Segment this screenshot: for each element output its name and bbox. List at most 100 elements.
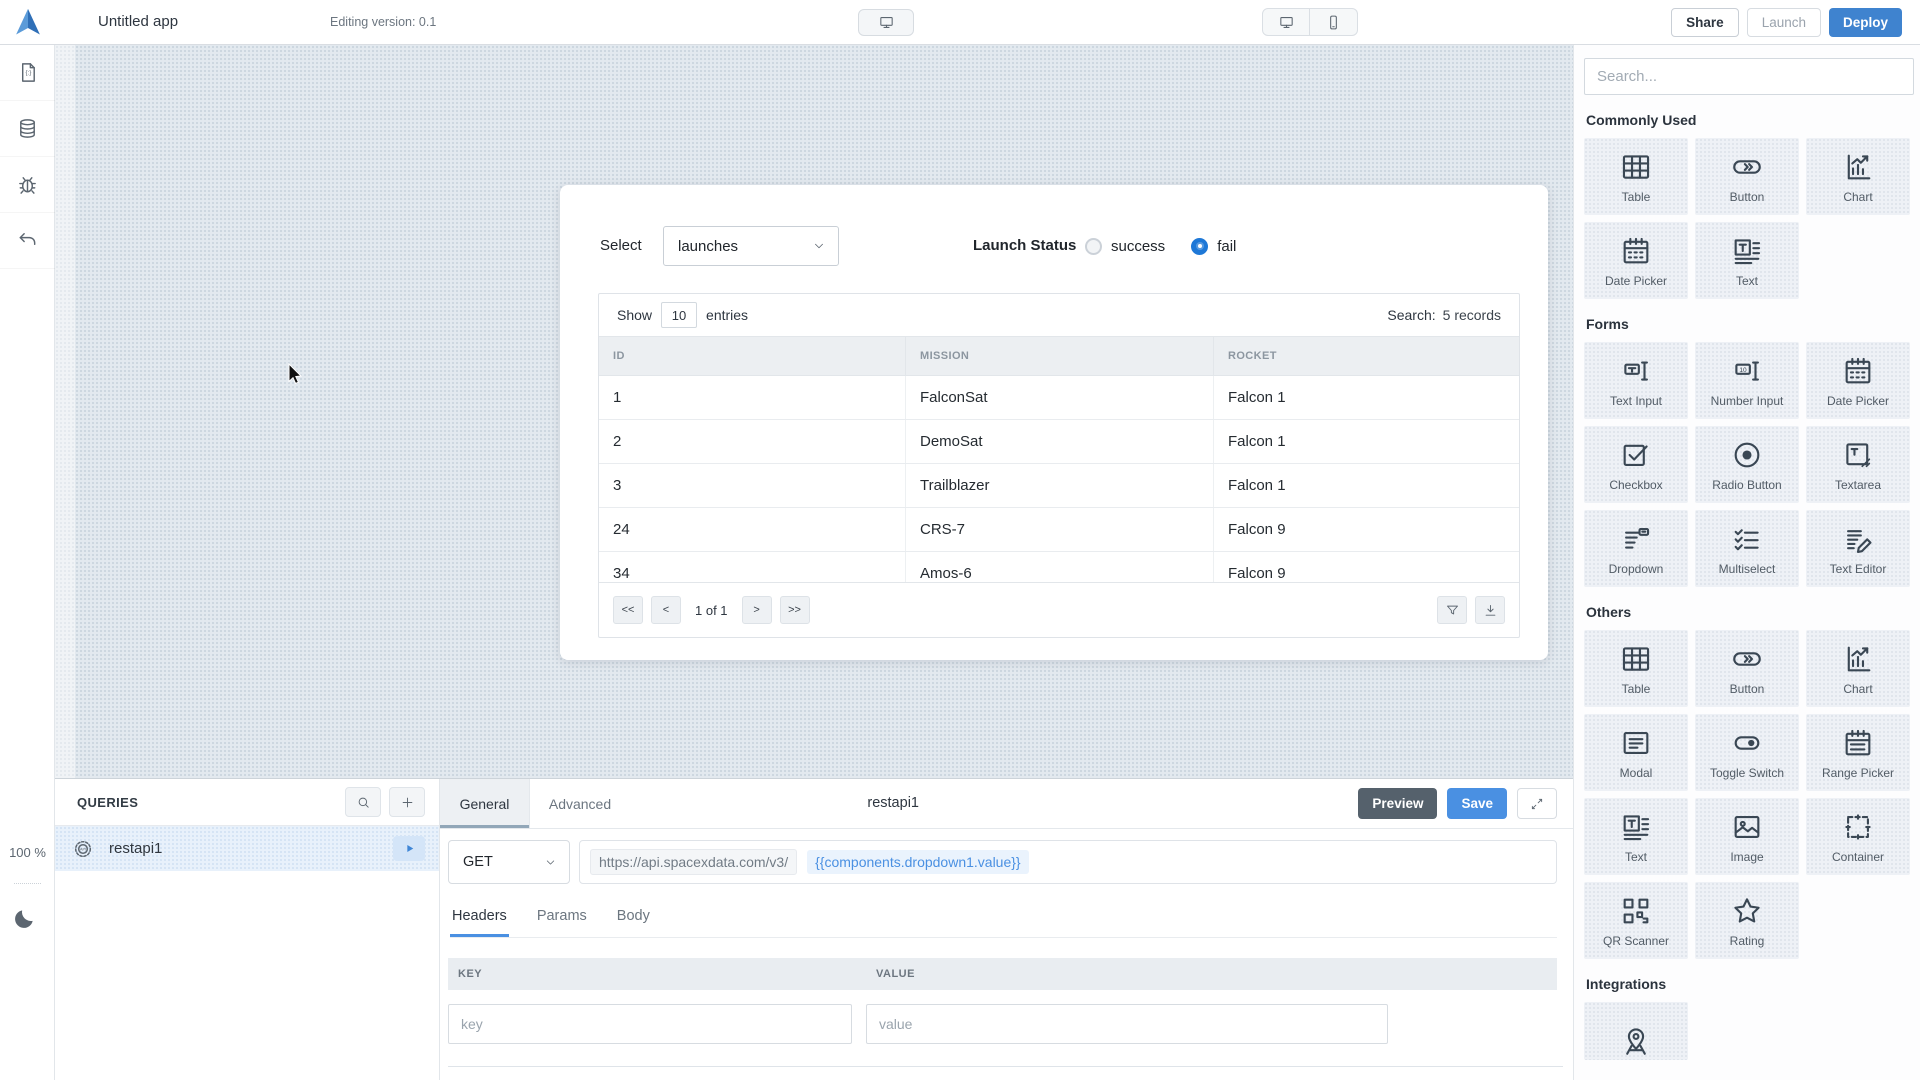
widget-search-input[interactable] (1584, 58, 1914, 95)
pagination-first-button[interactable]: << (613, 596, 643, 624)
zoom-level[interactable]: 100 % (0, 845, 55, 860)
radiobutton-icon (1730, 438, 1764, 472)
widget-card-chart[interactable]: Chart (1806, 138, 1910, 215)
dropdown-widget[interactable]: launches (663, 226, 839, 266)
widget-card-label: Text (1736, 274, 1758, 288)
column-header-id[interactable]: ID (599, 337, 906, 375)
widget-grid: Text Input10Number InputDate Picker Check… (1584, 342, 1920, 587)
rail-undo-button[interactable] (0, 213, 55, 269)
widget-card-label: Modal (1620, 766, 1653, 780)
mobile-view-button[interactable] (1310, 8, 1358, 36)
launch-button[interactable]: Launch (1747, 8, 1821, 37)
app-canvas[interactable]: Select launches Launch Status successfai… (55, 45, 1573, 778)
pagination-next-button[interactable]: > (742, 596, 772, 624)
widget-card-text[interactable]: Text (1584, 798, 1688, 875)
query-name: restapi1 (109, 840, 162, 857)
dark-mode-toggle[interactable] (11, 903, 43, 935)
left-rail: {:} 100 % (0, 45, 55, 1080)
widget-card-qr-scanner[interactable]: QR Scanner (1584, 882, 1688, 959)
column-header-mission[interactable]: MISSION (906, 337, 1214, 375)
topbar-actions: Share Launch Deploy (1671, 8, 1902, 37)
query-search-button[interactable] (345, 787, 381, 817)
rail-datasources-button[interactable] (0, 101, 55, 157)
widget-card-date-picker[interactable]: Date Picker (1584, 222, 1688, 299)
widget-card-textarea[interactable]: Textarea (1806, 426, 1910, 503)
table-search[interactable]: Search: 5 records (1387, 307, 1501, 323)
preview-button[interactable]: Preview (1358, 788, 1437, 819)
app-title[interactable]: Untitled app (98, 13, 178, 30)
container-widget[interactable]: Select launches Launch Status successfai… (560, 185, 1548, 660)
query-name-title[interactable]: restapi1 (867, 795, 919, 811)
widget-card-rating[interactable]: Rating (1695, 882, 1799, 959)
widget-card-radio-button[interactable]: Radio Button (1695, 426, 1799, 503)
run-query-button[interactable] (393, 836, 425, 861)
url-input[interactable]: https://api.spacexdata.com/v3/ {{compone… (579, 840, 1557, 884)
tab-headers[interactable]: Headers (450, 900, 509, 937)
widget-card-chart[interactable]: Chart (1806, 630, 1910, 707)
editor-tabbar: General Advanced restapi1 Preview Save (440, 779, 1573, 829)
widget-card-checkbox[interactable]: Checkbox (1584, 426, 1688, 503)
rail-debugger-button[interactable] (0, 157, 55, 213)
pagination-prev-button[interactable]: < (651, 596, 681, 624)
widget-card-text-input[interactable]: Text Input (1584, 342, 1688, 419)
header-key-input[interactable] (448, 1004, 852, 1044)
widget-card-button[interactable]: Button (1695, 138, 1799, 215)
widget-card-label: Text Editor (1830, 562, 1887, 576)
widget-card-text-editor[interactable]: Text Editor (1806, 510, 1910, 587)
canvas-size-button[interactable] (858, 9, 914, 36)
widget-card-button[interactable]: Button (1695, 630, 1799, 707)
filter-button[interactable] (1437, 596, 1467, 624)
queries-title: QUERIES (77, 795, 138, 810)
top-bar: Untitled app Editing version: 0.1 Share … (0, 0, 1920, 45)
header-value-input[interactable] (866, 1004, 1388, 1044)
widget-card-dropdown[interactable]: Dropdown (1584, 510, 1688, 587)
download-button[interactable] (1475, 596, 1505, 624)
pagination-last-button[interactable]: >> (780, 596, 810, 624)
table-row[interactable]: 3TrailblazerFalcon 1 (599, 464, 1519, 508)
save-button[interactable]: Save (1447, 788, 1507, 819)
search-icon (356, 795, 371, 810)
expand-editor-button[interactable] (1517, 788, 1557, 819)
section-title: Integrations (1586, 976, 1920, 992)
datasources-icon (16, 117, 39, 140)
widget-card-container[interactable]: Container (1806, 798, 1910, 875)
query-list-item-restapi1[interactable]: APIrestapi1 (55, 826, 439, 871)
queries-header: QUERIES (55, 779, 439, 826)
widget-card-text[interactable]: Text (1695, 222, 1799, 299)
widget-card-number-input[interactable]: 10Number Input (1695, 342, 1799, 419)
tab-advanced[interactable]: Advanced (530, 779, 630, 828)
widget-card-modal[interactable]: Modal (1584, 714, 1688, 791)
table-footer: << < 1 of 1 > >> (599, 582, 1519, 637)
widget-card-map[interactable] (1584, 1002, 1688, 1060)
table-row[interactable]: 34Amos-6Falcon 9 (599, 552, 1519, 582)
table-cell: Falcon 1 (1214, 376, 1519, 419)
widget-card-image[interactable]: Image (1695, 798, 1799, 875)
widget-card-range-picker[interactable]: Range Picker (1806, 714, 1910, 791)
radio-option-fail[interactable]: fail (1191, 238, 1236, 255)
widget-card-table[interactable]: Table (1584, 630, 1688, 707)
table-cell: 24 (599, 508, 906, 551)
widget-card-multiselect[interactable]: Multiselect (1695, 510, 1799, 587)
http-method-select[interactable]: GET (448, 840, 570, 884)
tab-general[interactable]: General (440, 779, 530, 828)
desktop-view-button[interactable] (1262, 8, 1310, 36)
widget-card-label: Radio Button (1712, 478, 1781, 492)
table-row[interactable]: 24CRS-7Falcon 9 (599, 508, 1519, 552)
tab-params[interactable]: Params (535, 900, 589, 937)
tab-body[interactable]: Body (615, 900, 652, 937)
radio-option-success[interactable]: success (1085, 238, 1165, 255)
container-icon (1841, 810, 1875, 844)
table-row[interactable]: 2DemoSatFalcon 1 (599, 420, 1519, 464)
add-query-button[interactable] (389, 787, 425, 817)
deploy-button[interactable]: Deploy (1829, 8, 1902, 37)
rail-json-inspector-button[interactable]: {:} (0, 45, 55, 101)
widget-card-date-picker[interactable]: Date Picker (1806, 342, 1910, 419)
page-size-input[interactable] (661, 302, 697, 328)
table-row[interactable]: 1FalconSatFalcon 1 (599, 376, 1519, 420)
column-header-rocket[interactable]: ROCKET (1214, 337, 1519, 375)
widget-card-toggle-switch[interactable]: Toggle Switch (1695, 714, 1799, 791)
controls-row: Select launches Launch Status successfai… (560, 226, 1548, 266)
share-button[interactable]: Share (1671, 8, 1739, 37)
table-cell: Trailblazer (906, 464, 1214, 507)
widget-card-table[interactable]: Table (1584, 138, 1688, 215)
